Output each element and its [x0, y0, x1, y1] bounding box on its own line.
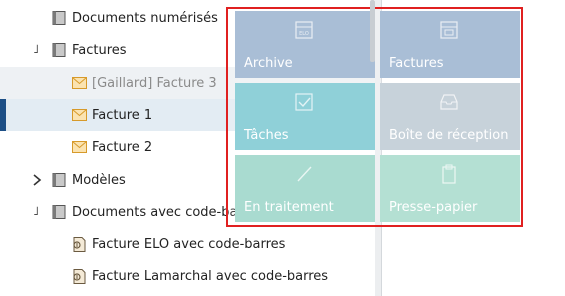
tile-taches[interactable]: Tâches	[235, 83, 375, 150]
tree-item-label: Documents numérisés	[72, 10, 218, 26]
tile-label: Factures	[389, 56, 444, 71]
invoices-icon	[440, 21, 458, 39]
svg-text:ELO: ELO	[299, 31, 309, 37]
tree-item-label: Facture 2	[92, 139, 153, 155]
barcode-document-icon	[73, 237, 86, 252]
tree-item-label: Factures	[72, 42, 127, 58]
tree-item-label: Facture ELO avec code-barres	[92, 236, 286, 252]
chevron-right-icon[interactable]	[32, 174, 42, 186]
envelope-icon	[72, 109, 87, 121]
barcode-document-icon	[73, 269, 86, 284]
tree-item-label: Facture 1	[92, 107, 153, 123]
collapse-toggle-icon[interactable]: ˩	[30, 204, 42, 218]
tile-archive[interactable]: ELO Archive	[235, 11, 375, 78]
tree-item-label: [Gaillard] Facture 3	[92, 75, 217, 91]
pen-icon	[297, 166, 312, 182]
envelope-icon	[72, 77, 87, 89]
tile-label: Presse-papier	[389, 200, 478, 215]
tile-label: Archive	[244, 56, 293, 71]
tree-item-facture-elo-code-barres[interactable]: Facture ELO avec code-barres	[0, 228, 381, 260]
folder-icon	[52, 205, 66, 219]
check-icon	[295, 93, 313, 111]
folder-icon	[52, 43, 66, 57]
document-gray-icon	[52, 11, 66, 25]
tree-item-facture-lamarchal-code-barres[interactable]: Facture Lamarchal avec code-barres	[0, 260, 381, 292]
archive-icon: ELO	[295, 21, 313, 39]
tile-en-traitement[interactable]: En traitement	[235, 155, 375, 222]
tile-presse-papier[interactable]: Presse-papier	[380, 155, 520, 222]
envelope-icon	[72, 141, 87, 153]
selection-indicator	[0, 99, 6, 131]
scrollbar-thumb[interactable]	[370, 0, 375, 62]
tile-label: En traitement	[244, 200, 334, 215]
tile-boite-de-reception[interactable]: Boîte de réception	[380, 83, 520, 150]
clipboard-icon	[442, 164, 456, 184]
tile-factures[interactable]: Factures	[380, 11, 520, 78]
tree-item-label: Modèles	[72, 172, 126, 188]
tile-label: Boîte de réception	[389, 128, 509, 143]
folder-icon	[52, 173, 66, 187]
collapse-toggle-icon[interactable]: ˩	[30, 42, 42, 56]
tile-label: Tâches	[244, 128, 289, 143]
inbox-icon	[440, 94, 458, 110]
tree-item-label: Facture Lamarchal avec code-barres	[92, 268, 329, 284]
